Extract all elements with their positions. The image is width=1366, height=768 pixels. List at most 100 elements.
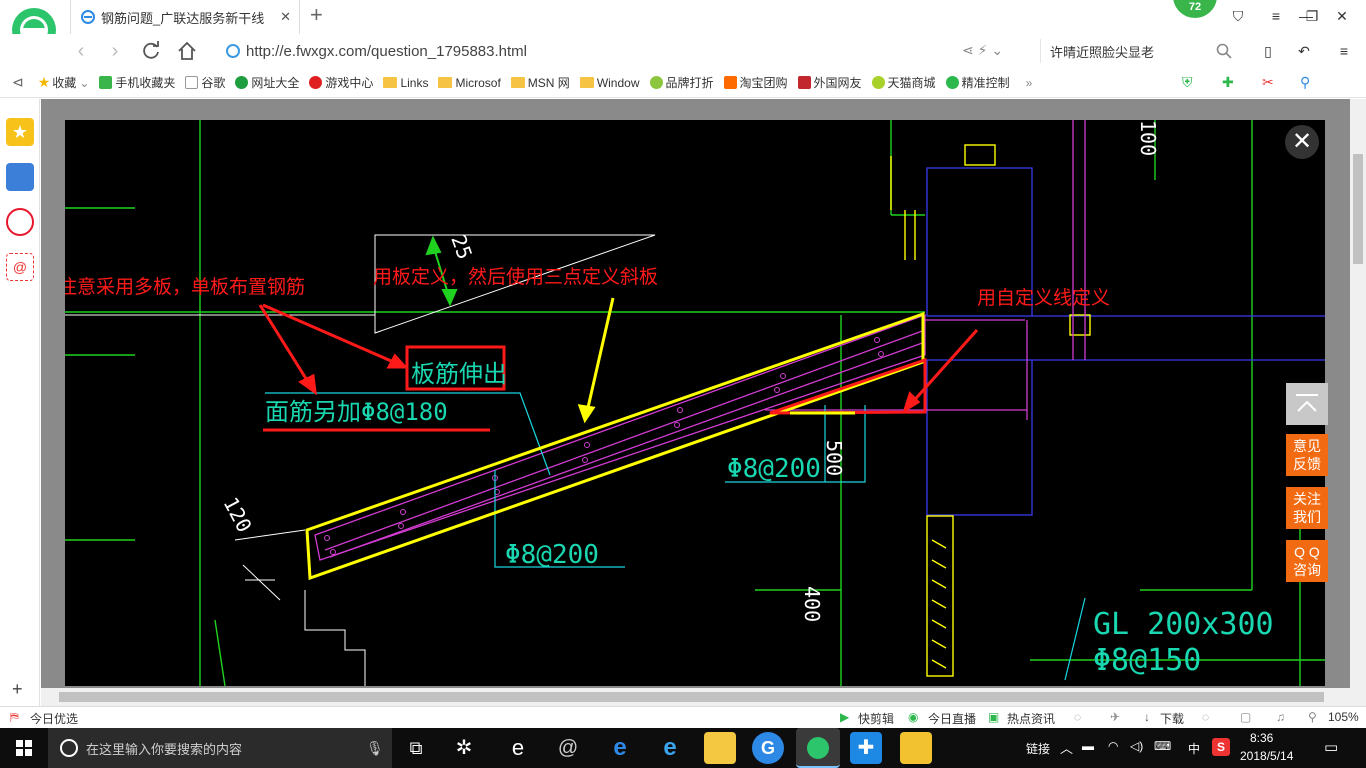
task-view-icon[interactable]: ⧉ bbox=[400, 732, 432, 764]
keyboard-icon[interactable]: ⌨ bbox=[1154, 739, 1171, 753]
bookmark-item[interactable]: 精准控制 bbox=[945, 74, 1010, 91]
download-link[interactable]: 下载 bbox=[1160, 710, 1184, 727]
clock-date[interactable]: 2018/5/14 bbox=[1240, 749, 1293, 763]
bookmark-item[interactable]: 谷歌 bbox=[185, 74, 225, 91]
microphone-icon[interactable]: 🎙 bbox=[366, 740, 384, 757]
bookmark-item[interactable]: 游戏中心 bbox=[309, 74, 373, 91]
forward-icon[interactable]: › bbox=[104, 40, 126, 62]
mail-icon[interactable]: @ bbox=[6, 253, 34, 281]
new-tab-icon[interactable]: + bbox=[310, 4, 323, 26]
vertical-scrollbar[interactable] bbox=[1350, 99, 1366, 706]
feedback-button[interactable]: 意见 反馈 bbox=[1286, 434, 1328, 476]
pinwheel-icon[interactable]: ✲ bbox=[448, 732, 480, 764]
edge-blue-icon[interactable]: e bbox=[604, 732, 636, 764]
sogou-icon[interactable]: S bbox=[1212, 738, 1230, 756]
cad-white-lines bbox=[65, 234, 656, 686]
bookmark-item[interactable]: 网址大全 bbox=[235, 74, 299, 91]
tool-icon[interactable]: ✈ bbox=[1110, 710, 1120, 724]
edge-browser-icon[interactable]: e bbox=[502, 732, 534, 764]
bookmark-item[interactable]: Window bbox=[579, 76, 640, 90]
qq-consult-button[interactable]: Q Q 咨询 bbox=[1286, 540, 1328, 582]
cad-drawing: 板筋伸出 面筋另加Φ8@180 Φ8@200 Φ8@200 GL 200x300… bbox=[65, 120, 1325, 686]
search-input[interactable]: 许晴近照脸尖显老 bbox=[1040, 39, 1240, 63]
bookmark-item[interactable]: 品牌打折 bbox=[649, 74, 714, 91]
bookmark-item[interactable]: 天猫商城 bbox=[871, 74, 936, 91]
chevron-down-icon: ⌄ bbox=[79, 75, 90, 90]
scissors-icon[interactable]: ✂ bbox=[1262, 74, 1274, 91]
page-icon bbox=[185, 76, 199, 89]
close-viewer-icon[interactable]: ✕ bbox=[1285, 125, 1319, 159]
bookmark-item[interactable]: Microsof bbox=[438, 76, 501, 90]
follow-us-button[interactable]: 关注 我们 bbox=[1286, 487, 1328, 529]
restore-icon[interactable]: ❐ bbox=[1302, 6, 1322, 26]
notes-app-icon[interactable] bbox=[900, 732, 932, 764]
wifi-icon[interactable]: ◠ bbox=[1108, 739, 1118, 753]
clock-time[interactable]: 8:36 bbox=[1250, 731, 1273, 745]
link-label[interactable]: 链接 bbox=[1026, 740, 1050, 757]
mobile-icon[interactable]: ▯ bbox=[1258, 41, 1278, 61]
more-bookmarks-icon[interactable]: » bbox=[1026, 76, 1033, 90]
add-sidebar-icon[interactable]: + bbox=[12, 679, 23, 700]
bookmark-item[interactable]: Links bbox=[383, 76, 428, 90]
bookmark-item[interactable]: 手机收藏夹 bbox=[99, 74, 175, 91]
share-icon[interactable]: ⋖ ⚡ ⌄ bbox=[962, 42, 1003, 59]
active-browser-taskbar-item[interactable] bbox=[796, 728, 840, 768]
magnifier-icon[interactable]: ⚲ bbox=[1300, 74, 1310, 91]
bookmark-item[interactable]: ★ 收藏 ⌄ bbox=[38, 74, 90, 91]
url-field[interactable]: http://e.fwxgx.com/question_1795883.html bbox=[220, 39, 1030, 63]
shirt-icon[interactable]: ⛉ bbox=[1228, 6, 1248, 26]
notifications-icon[interactable]: ▭ bbox=[1324, 738, 1338, 756]
windows-start-icon[interactable] bbox=[0, 728, 48, 768]
weibo-icon[interactable] bbox=[6, 208, 34, 236]
news-link[interactable]: 热点资讯 bbox=[1007, 710, 1055, 727]
tray-expand-icon[interactable]: ︿ bbox=[1060, 738, 1073, 757]
pin-app-icon[interactable]: ✚ bbox=[850, 732, 882, 764]
back-icon[interactable]: ‹ bbox=[70, 40, 92, 62]
reader-icon[interactable] bbox=[6, 163, 34, 191]
quick-clip-link[interactable]: 快剪辑 bbox=[858, 710, 894, 727]
ime-indicator[interactable]: 中 bbox=[1188, 740, 1200, 757]
g-app-icon[interactable]: G bbox=[752, 732, 784, 764]
more-menu-icon[interactable]: ≡ bbox=[1334, 41, 1354, 61]
ie-icon[interactable]: e bbox=[654, 732, 686, 764]
volume-icon[interactable]: ◁) bbox=[1130, 739, 1143, 753]
live-link[interactable]: 今日直播 bbox=[928, 710, 976, 727]
tab-close-icon[interactable]: ✕ bbox=[280, 10, 291, 24]
spiral-app-icon[interactable]: @ bbox=[552, 732, 584, 764]
today-picks-link[interactable]: 今日优选 bbox=[30, 710, 78, 727]
horizontal-scroll-thumb[interactable] bbox=[59, 692, 1324, 702]
search-icon[interactable] bbox=[1216, 43, 1232, 59]
collapse-sidebar-icon[interactable]: ⊲ bbox=[12, 74, 24, 91]
game-icon bbox=[309, 76, 323, 89]
home-icon[interactable] bbox=[176, 40, 198, 62]
taskbar-search-box[interactable]: 在这里输入你要搜索的内容 🎙 bbox=[48, 728, 392, 768]
favorites-star-icon[interactable]: ★ bbox=[6, 118, 34, 146]
zoom-level[interactable]: 105% bbox=[1328, 710, 1359, 724]
tab-active[interactable]: 钢筋问题_广联达服务新干线 ✕ bbox=[70, 0, 300, 34]
folder-icon bbox=[510, 77, 525, 88]
menu-icon[interactable]: ≡ bbox=[1266, 6, 1286, 26]
bookmark-item[interactable]: 淘宝团购 bbox=[723, 74, 788, 91]
refresh-status-icon[interactable]: ◌ bbox=[1202, 710, 1209, 724]
speed-icon[interactable]: ◌ bbox=[1074, 710, 1081, 724]
horizontal-scrollbar[interactable] bbox=[41, 688, 1350, 706]
user-avatar[interactable]: 72 bbox=[1173, 0, 1217, 18]
bookmark-label: 品牌打折 bbox=[665, 76, 714, 90]
battery-icon[interactable]: ▬ bbox=[1082, 739, 1094, 753]
file-explorer-icon[interactable] bbox=[704, 732, 736, 764]
sound-icon[interactable]: ♫ bbox=[1276, 710, 1285, 724]
cortana-icon bbox=[60, 739, 78, 757]
vertical-scroll-thumb[interactable] bbox=[1353, 154, 1363, 264]
translate-icon[interactable]: ✚ bbox=[1222, 74, 1234, 91]
back-to-top-button[interactable] bbox=[1286, 383, 1328, 425]
shield-icon[interactable]: ⛨ bbox=[1182, 74, 1193, 91]
news-icon: ▣ bbox=[988, 710, 1000, 724]
bookmark-item[interactable]: MSN 网 bbox=[510, 74, 570, 91]
undo-icon[interactable]: ↶ bbox=[1294, 41, 1314, 61]
refresh-icon[interactable] bbox=[140, 40, 162, 62]
close-window-icon[interactable]: ✕ bbox=[1332, 6, 1352, 26]
bookmark-item[interactable]: 外国网友 bbox=[797, 74, 862, 91]
leaf-icon bbox=[871, 76, 885, 89]
site-info-icon[interactable] bbox=[226, 44, 240, 58]
window-icon[interactable]: ▢ bbox=[1240, 710, 1251, 724]
